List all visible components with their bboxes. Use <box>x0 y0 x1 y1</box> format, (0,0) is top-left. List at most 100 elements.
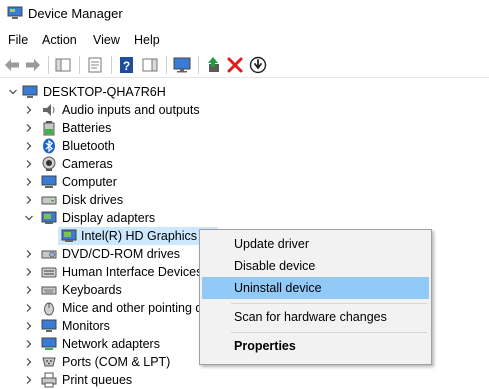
battery-icon <box>43 121 55 136</box>
chevron-right-icon[interactable] <box>24 155 34 173</box>
chevron-right-icon[interactable] <box>24 119 34 137</box>
chevron-right-icon[interactable] <box>24 173 34 191</box>
context-menu-label: Update driver <box>234 237 310 251</box>
context-menu-properties[interactable]: Properties <box>202 335 429 357</box>
tree-item-label: Audio inputs and outputs <box>62 103 200 117</box>
chevron-down-icon[interactable] <box>24 209 34 227</box>
tree-root-label: DESKTOP-QHA7R6H <box>43 85 166 99</box>
tree-item-label: Disk drives <box>62 193 124 207</box>
tree-item-display-adapters[interactable]: Display adapters <box>0 209 489 227</box>
toolbar-separator <box>79 56 80 74</box>
tree-item-label: Network adapters <box>62 337 160 351</box>
download-circle-icon[interactable] <box>248 55 268 75</box>
tree-item-intel-hd-graphics[interactable]: Intel(R) HD Graphics 4 <box>0 227 218 245</box>
chevron-right-icon[interactable] <box>24 371 34 389</box>
tree-item-batteries[interactable]: Batteries <box>0 119 489 137</box>
speaker-icon <box>43 104 55 116</box>
port-icon <box>42 357 56 367</box>
menu-action[interactable]: Action <box>42 32 77 48</box>
network-adapter-icon <box>41 337 57 350</box>
title-bar: Device Manager <box>0 0 489 28</box>
toolbar-divider <box>0 77 489 78</box>
hid-icon <box>41 267 57 278</box>
toolbar-separator <box>48 56 49 74</box>
dvd-drive-icon <box>41 250 57 259</box>
tree-item-label: Monitors <box>62 319 110 333</box>
chevron-right-icon[interactable] <box>24 263 34 281</box>
tree-item-print-queues[interactable]: Print queues <box>0 371 200 389</box>
svg-text:?: ? <box>123 59 130 73</box>
show-hide-tree-icon[interactable] <box>53 55 73 75</box>
context-menu-label: Scan for hardware changes <box>234 310 387 324</box>
device-manager-icon <box>7 6 23 19</box>
tree-item-dvd-drives[interactable]: DVD/CD-ROM drives <box>0 245 200 263</box>
context-menu-label: Disable device <box>234 259 316 273</box>
uninstall-x-icon[interactable] <box>225 55 245 75</box>
chevron-right-icon[interactable] <box>24 191 34 209</box>
action-pane-icon[interactable] <box>140 55 160 75</box>
help-icon[interactable]: ? <box>117 55 137 75</box>
printer-icon <box>41 372 57 388</box>
chevron-right-icon[interactable] <box>24 353 34 371</box>
display-adapter-icon <box>61 229 77 242</box>
tree-item-label: Display adapters <box>62 211 156 225</box>
monitor-icon <box>41 319 57 332</box>
tree-item-ports[interactable]: Ports (COM & LPT) <box>0 353 200 371</box>
menu-view[interactable]: View <box>93 32 120 48</box>
context-menu-label: Uninstall device <box>234 281 322 295</box>
forward-arrow-icon[interactable] <box>23 55 43 75</box>
tree-item-label: Keyboards <box>62 283 122 297</box>
chevron-right-icon[interactable] <box>24 281 34 299</box>
tree-item-computer[interactable]: Computer <box>0 173 489 191</box>
toolbar: ? <box>0 52 489 78</box>
tree-item-keyboards[interactable]: Keyboards <box>0 281 200 299</box>
toolbar-separator <box>198 56 199 74</box>
chevron-right-icon[interactable] <box>24 317 34 335</box>
menu-help[interactable]: Help <box>134 32 160 48</box>
tree-item-hid[interactable]: Human Interface Devices <box>0 263 203 281</box>
tree-item-network-adapters[interactable]: Network adapters <box>0 335 200 353</box>
mouse-icon <box>44 302 54 316</box>
context-menu-update-driver[interactable]: Update driver <box>202 233 429 255</box>
chevron-right-icon[interactable] <box>24 245 34 263</box>
context-menu: Update driver Disable device Uninstall d… <box>199 229 432 365</box>
disk-drive-icon <box>41 196 57 205</box>
chevron-down-icon[interactable] <box>8 83 18 101</box>
tree-item-label: Ports (COM & LPT) <box>62 355 171 369</box>
tree-item-label: Intel(R) HD Graphics 4 <box>81 229 208 243</box>
chevron-right-icon[interactable] <box>24 137 34 155</box>
monitor-icon[interactable] <box>172 55 192 75</box>
tree-item-label: Cameras <box>62 157 113 171</box>
context-menu-disable-device[interactable]: Disable device <box>202 255 429 277</box>
menu-file[interactable]: File <box>8 32 28 48</box>
tree-item-audio[interactable]: Audio inputs and outputs <box>0 101 489 119</box>
back-arrow-icon[interactable] <box>2 55 22 75</box>
tree-item-bluetooth[interactable]: Bluetooth <box>0 137 489 155</box>
tree-item-mice[interactable]: Mice and other pointing d <box>0 299 200 317</box>
tree-item-cameras[interactable]: Cameras <box>0 155 489 173</box>
tree-item-label: Computer <box>62 175 117 189</box>
tree-item-label: Human Interface Devices <box>62 265 203 279</box>
tree-root[interactable]: DESKTOP-QHA7R6H <box>0 83 489 101</box>
tree-item-label: DVD/CD-ROM drives <box>62 247 181 261</box>
toolbar-separator <box>166 56 167 74</box>
bluetooth-icon <box>43 138 55 154</box>
properties-icon[interactable] <box>85 55 105 75</box>
tree-item-monitors[interactable]: Monitors <box>0 317 200 335</box>
update-driver-icon[interactable] <box>203 55 223 75</box>
tree-item-label: Bluetooth <box>62 139 115 153</box>
chevron-right-icon[interactable] <box>24 335 34 353</box>
tree-item-label: Print queues <box>62 373 133 387</box>
context-menu-scan-hardware[interactable]: Scan for hardware changes <box>202 306 429 328</box>
chevron-right-icon[interactable] <box>24 101 34 119</box>
chevron-right-icon[interactable] <box>24 299 34 317</box>
toolbar-separator <box>111 56 112 74</box>
tree-item-label: Mice and other pointing d <box>62 301 199 315</box>
tree-item-disk-drives[interactable]: Disk drives <box>0 191 489 209</box>
context-menu-separator <box>231 332 427 333</box>
context-menu-label: Properties <box>234 339 296 353</box>
context-menu-uninstall-device[interactable]: Uninstall device <box>202 277 429 299</box>
keyboard-icon <box>41 286 57 295</box>
computer-icon <box>22 85 38 98</box>
window-title: Device Manager <box>28 6 123 21</box>
